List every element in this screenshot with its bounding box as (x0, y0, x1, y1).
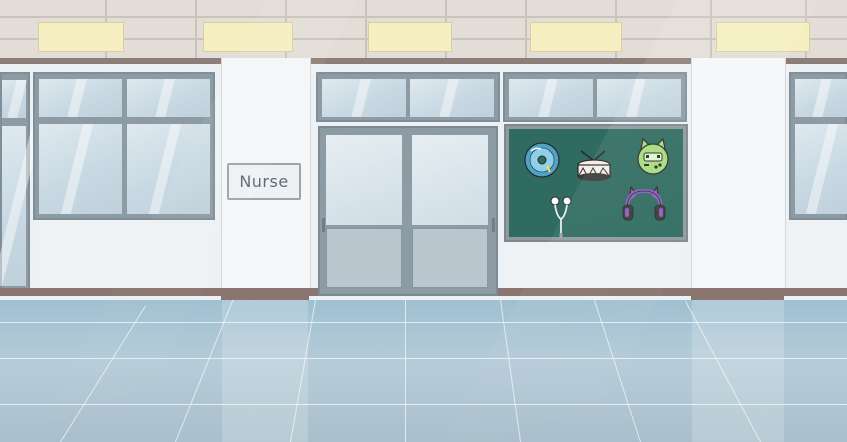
door-handle-right[interactable] (492, 218, 495, 232)
door-handle-left[interactable] (322, 218, 325, 232)
classroom-window-right (789, 72, 847, 220)
door-transom (316, 72, 500, 122)
ceiling-light (530, 22, 622, 52)
window-left-edge (0, 72, 30, 294)
floor-reflection (222, 300, 308, 442)
ceiling-light (38, 22, 124, 52)
hallway-scene: Nurse (0, 0, 847, 442)
ceiling-light (368, 22, 452, 52)
music-cd-icon[interactable] (523, 141, 561, 179)
floor-reflection (692, 300, 784, 442)
lower-wall-right (789, 220, 847, 290)
nurse-office-door[interactable] (318, 126, 498, 296)
